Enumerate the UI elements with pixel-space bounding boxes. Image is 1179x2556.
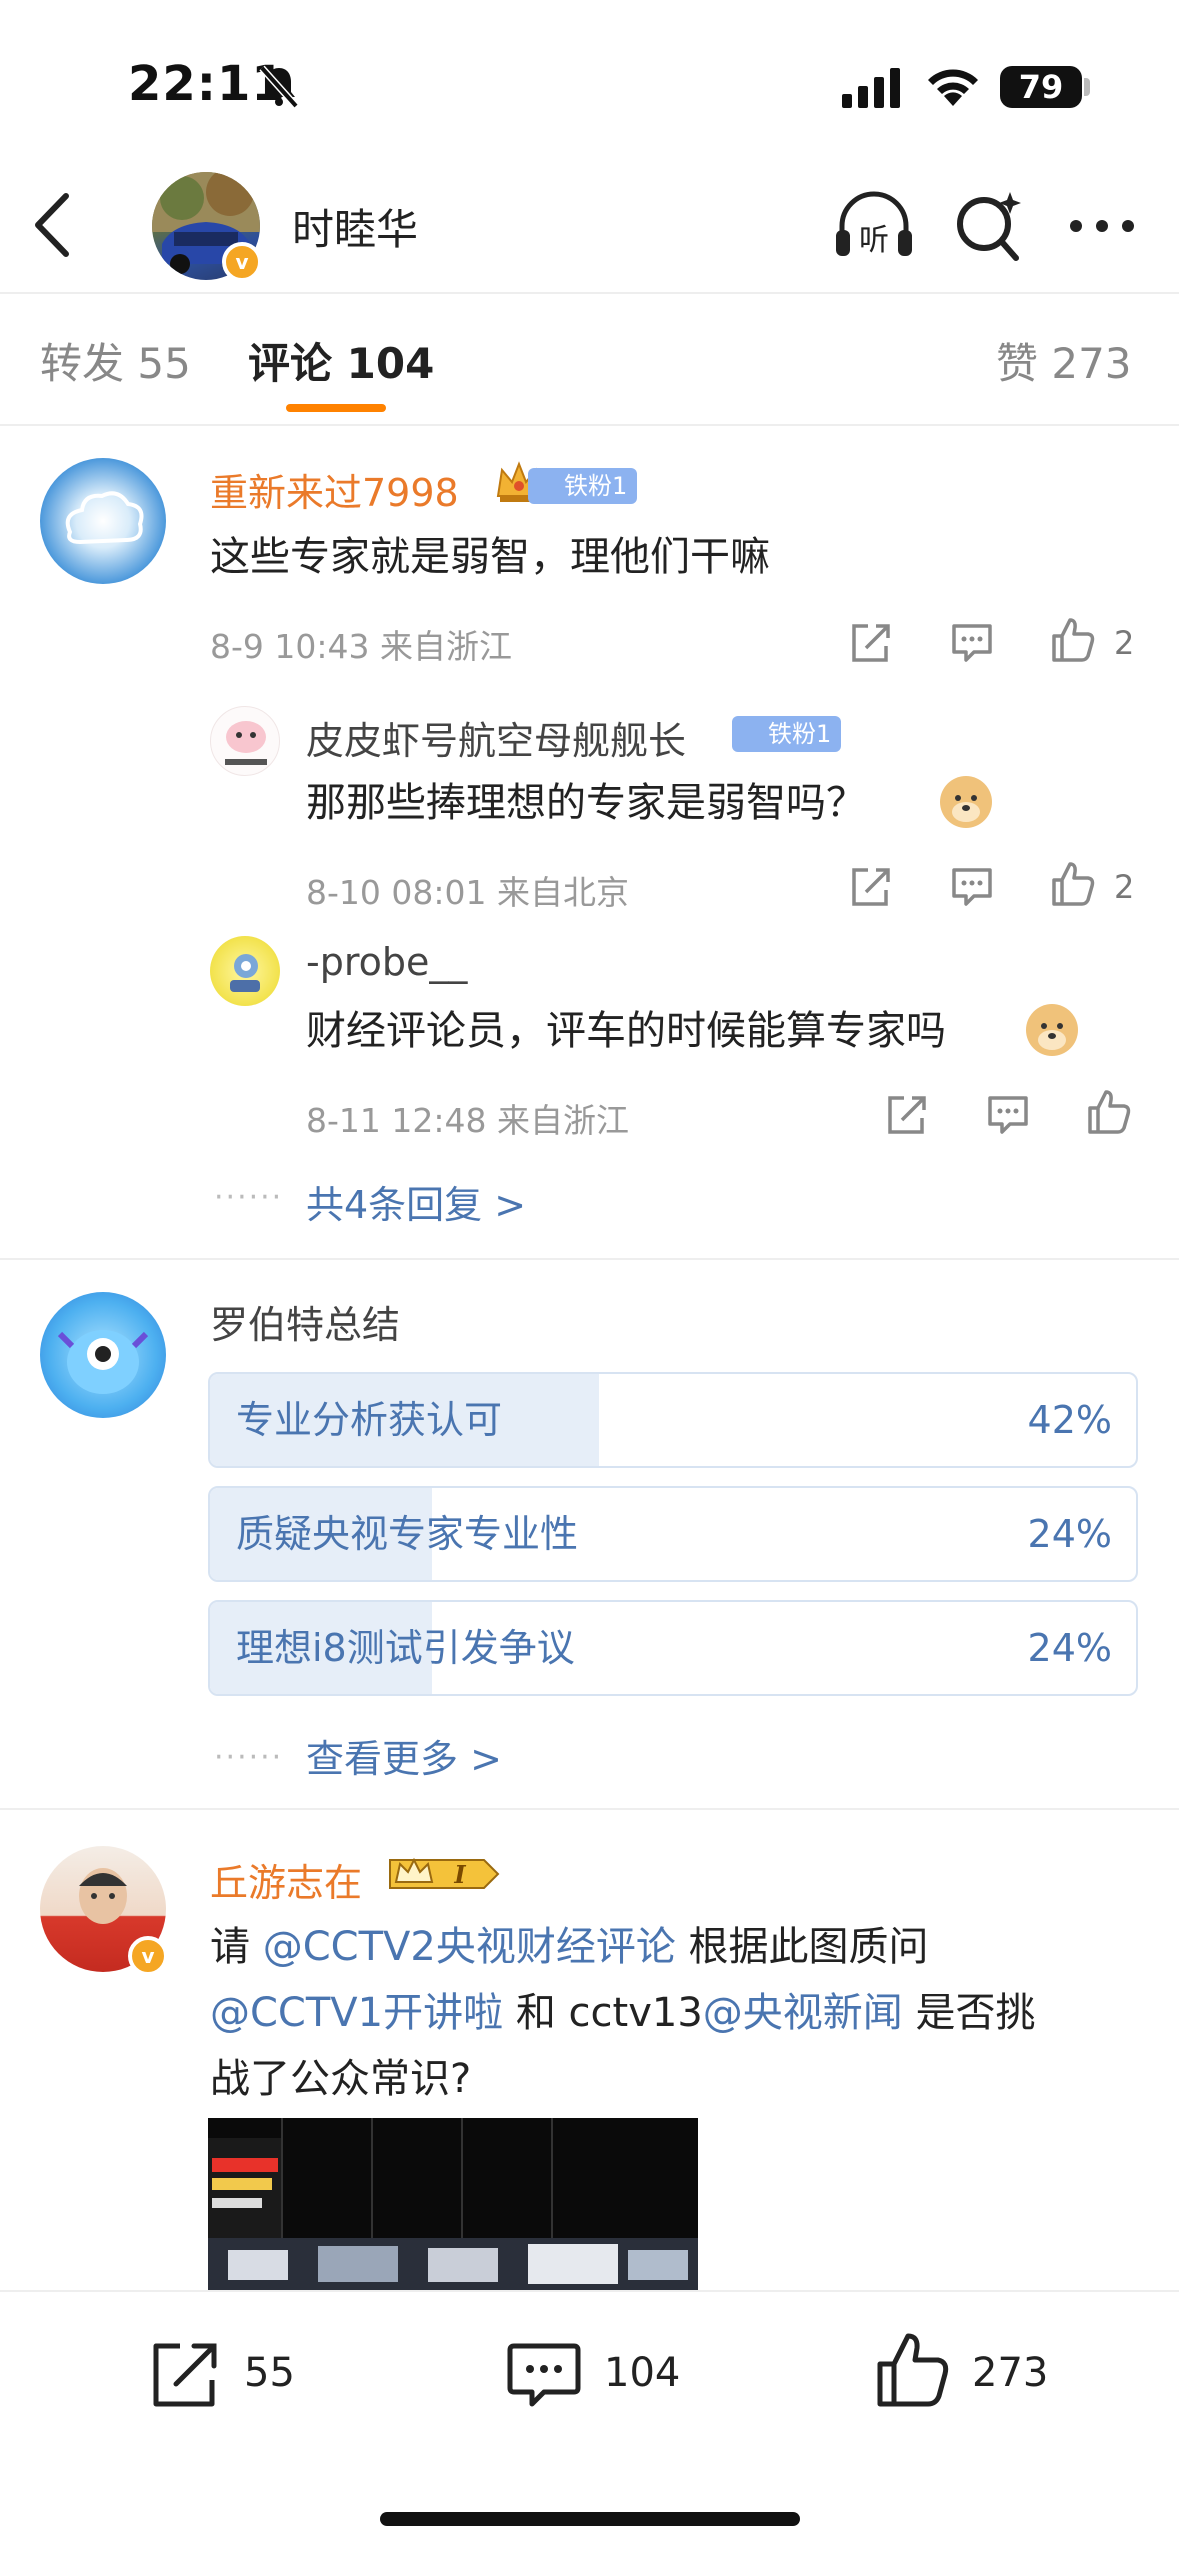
reply-icon[interactable] <box>948 618 996 666</box>
reply-username[interactable]: 皮皮虾号航空母舰舰长 <box>306 710 686 765</box>
page-title[interactable]: 时睦华 <box>292 196 418 257</box>
share-icon[interactable] <box>882 1090 930 1138</box>
tabs-divider <box>0 424 1179 426</box>
poll-option[interactable]: 理想i8测试引发争议 24% <box>208 1600 1138 1696</box>
reply-avatar[interactable] <box>210 706 280 776</box>
like-icon[interactable] <box>1084 1088 1132 1136</box>
comment-text: 请 @CCTV2央视财经评论 根据此图质问 @CCTV1开讲啦 和 cctv13… <box>210 1914 1140 2112</box>
probe-avatar-icon <box>230 954 260 992</box>
poll-option-label: 专业分析获认可 <box>236 1398 503 1442</box>
poll-option-percent: 24% <box>1027 1626 1112 1670</box>
like-count[interactable]: 273 <box>972 2350 1048 2396</box>
view-more-link[interactable]: 查看更多 > <box>306 1728 502 1783</box>
fan-badge: 铁粉1 <box>528 468 638 504</box>
battery-tip <box>1084 78 1090 96</box>
comment-meta: 8-9 10:43 来自浙江 <box>210 627 512 666</box>
like-count: 2 <box>1114 624 1135 662</box>
poll-option[interactable]: 质疑央视专家专业性 24% <box>208 1486 1138 1582</box>
headphones-listen-icon[interactable]: 听 <box>832 184 916 268</box>
mention-link[interactable]: @CCTV2央视财经评论 <box>263 1924 676 1970</box>
share-icon[interactable] <box>846 618 894 666</box>
more-options-icon[interactable] <box>1066 208 1138 244</box>
fan-badge: 铁粉1 <box>732 716 842 752</box>
more-dots: ······ <box>214 1740 284 1775</box>
like-count: 2 <box>1114 868 1135 906</box>
like-icon[interactable] <box>1048 616 1096 664</box>
comment-divider <box>0 1808 1179 1810</box>
poll-option-percent: 24% <box>1027 1512 1112 1556</box>
share-icon[interactable] <box>846 862 894 910</box>
tab-comments[interactable]: 评论 104 <box>248 330 434 391</box>
commenter-username[interactable]: 丘游志在 <box>210 1852 362 1907</box>
repost-count[interactable]: 55 <box>244 2350 295 2396</box>
reply-meta: 8-10 08:01 来自北京 <box>306 873 629 912</box>
comment-count[interactable]: 104 <box>604 2350 680 2396</box>
comment-icon[interactable] <box>504 2334 584 2414</box>
text-segment: 根据此图质问 <box>675 1924 929 1970</box>
verified-badge: v <box>222 242 262 282</box>
text-segment: 和 cctv13 <box>503 1990 703 2036</box>
reply-icon[interactable] <box>948 862 996 910</box>
comment-text: 这些专家就是弱智，理他们干嘛 <box>210 534 770 580</box>
active-tab-indicator <box>286 404 386 412</box>
doge-emoji-icon <box>1026 1004 1078 1056</box>
reply-avatar[interactable] <box>210 936 280 1006</box>
battery-indicator: 79 <box>1000 66 1082 108</box>
comment-image-preview[interactable] <box>208 2118 698 2290</box>
reply-username[interactable]: -probe__ <box>306 940 467 984</box>
bell-muted-icon <box>259 65 299 108</box>
like-icon[interactable] <box>872 2330 952 2410</box>
screenshot-collage-icon <box>208 2118 698 2290</box>
robot-mascot-icon <box>57 1330 149 1394</box>
home-indicator[interactable] <box>380 2512 800 2526</box>
commenter-avatar[interactable] <box>40 458 166 584</box>
reply-meta: 8-11 12:48 来自浙江 <box>306 1101 629 1140</box>
tab-repost[interactable]: 转发 55 <box>40 330 191 391</box>
rank-badge: I <box>388 1852 502 1896</box>
cloud-avatar-icon <box>65 491 144 545</box>
reply-icon[interactable] <box>984 1090 1032 1138</box>
summary-username[interactable]: 罗伯特总结 <box>210 1294 400 1349</box>
tab-likes[interactable]: 赞 273 <box>996 330 1132 391</box>
robot-avatar[interactable] <box>40 1292 166 1418</box>
commenter-username[interactable]: 重新来过7998 <box>210 462 459 517</box>
reply-text: 那那些捧理想的专家是弱智吗？ <box>306 780 866 826</box>
repost-icon[interactable] <box>144 2334 224 2414</box>
text-segment: 战了公众常识? <box>210 2056 472 2102</box>
poll-option[interactable]: 专业分析获认可 42% <box>208 1372 1138 1468</box>
doge-emoji-icon <box>940 776 992 828</box>
cartoon-avatar-icon <box>225 721 267 765</box>
view-all-replies-link[interactable]: 共4条回复 > <box>306 1174 526 1229</box>
nav-divider <box>0 292 1179 294</box>
text-segment: 请 <box>210 1924 263 1970</box>
mention-link[interactable]: @央视新闻 <box>703 1990 903 2036</box>
wifi-icon <box>928 69 978 106</box>
svg-text:听: 听 <box>859 223 889 258</box>
reply-text: 财经评论员，评车的时候能算专家吗 <box>306 1008 946 1054</box>
more-dots: ······ <box>214 1180 284 1215</box>
poll-option-label: 质疑央视专家专业性 <box>236 1512 579 1556</box>
verified-badge: v <box>128 1936 168 1976</box>
svg-text:I: I <box>453 1860 466 1889</box>
mention-link[interactable]: @CCTV1开讲啦 <box>210 1990 503 2036</box>
like-icon[interactable] <box>1048 860 1096 908</box>
text-segment: 是否挑 <box>902 1990 1036 2036</box>
back-icon[interactable] <box>28 190 78 260</box>
signal-icon <box>842 68 900 108</box>
poll-option-percent: 42% <box>1027 1398 1112 1442</box>
rank-crown-icon: I <box>389 1857 500 1889</box>
poll-option-label: 理想i8测试引发争议 <box>236 1626 575 1670</box>
comment-divider <box>0 1258 1179 1260</box>
search-icon[interactable] <box>952 186 1028 266</box>
